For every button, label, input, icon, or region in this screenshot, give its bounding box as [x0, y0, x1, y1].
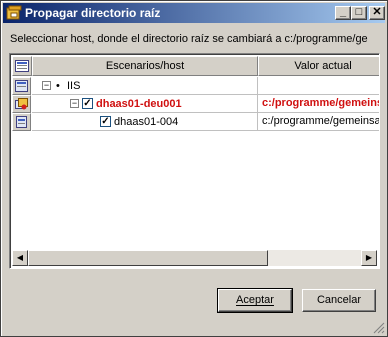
- row-header: [12, 113, 31, 131]
- maximize-button[interactable]: □: [351, 6, 367, 20]
- scroll-right-icon[interactable]: ▶: [361, 250, 377, 266]
- bullet-icon: •: [56, 80, 60, 92]
- table-row[interactable]: − • IIS: [12, 77, 379, 95]
- host-group-icon: [15, 98, 28, 110]
- host-checkbox[interactable]: ✓: [100, 116, 111, 127]
- host-cell: ✓ dhaas01-004: [32, 113, 258, 131]
- accept-button[interactable]: Aceptar: [217, 288, 293, 313]
- window-title: Propagar directorio raíz: [25, 6, 161, 20]
- accept-label: Aceptar: [236, 294, 274, 306]
- table-row[interactable]: ✓ dhaas01-004 c:/programme/gemeinsa: [12, 113, 379, 131]
- host-name: dhaas01-deu001: [96, 98, 182, 110]
- grid-corner-icon: [15, 60, 29, 72]
- row-header: [12, 95, 31, 113]
- value-cell: c:/programme/gemeinsa: [258, 113, 379, 131]
- scroll-thumb[interactable]: [28, 250, 268, 266]
- value-cell: [258, 77, 379, 95]
- cancel-button[interactable]: Cancelar: [302, 289, 376, 312]
- column-header-scenarios[interactable]: Escenarios/host: [32, 56, 258, 76]
- row-header: [12, 77, 31, 95]
- resize-grip-icon[interactable]: [373, 322, 385, 334]
- scroll-left-icon[interactable]: ◀: [12, 250, 28, 266]
- app-icon: [6, 5, 22, 20]
- host-icon: [16, 116, 27, 128]
- table-row[interactable]: − ✓ dhaas01-deu001 c:/programme/gemeins: [12, 95, 379, 113]
- value-cell: c:/programme/gemeins: [258, 95, 379, 113]
- row-header-corner: [12, 56, 32, 76]
- dialog-window: Propagar directorio raíz _ □ ✕ Seleccion…: [0, 0, 388, 337]
- column-header-current-value[interactable]: Valor actual: [258, 56, 379, 76]
- minimize-button[interactable]: _: [335, 6, 351, 20]
- horizontal-scrollbar[interactable]: ◀ ▶: [12, 250, 377, 266]
- title-bar[interactable]: Propagar directorio raíz _ □ ✕: [3, 3, 385, 23]
- host-cell: − ✓ dhaas01-deu001: [32, 95, 258, 113]
- collapse-icon[interactable]: −: [42, 81, 51, 90]
- host-cell: − • IIS: [32, 77, 258, 95]
- collapse-icon[interactable]: −: [70, 99, 79, 108]
- instruction-text: Seleccionar host, donde el directorio ra…: [10, 33, 368, 45]
- host-name: dhaas01-004: [114, 116, 179, 128]
- scenario-icon: [15, 80, 28, 92]
- host-grid: Escenarios/host Valor actual − • IIS − ✓…: [9, 53, 380, 269]
- cancel-label: Cancelar: [316, 294, 362, 306]
- host-name: IIS: [67, 80, 81, 92]
- host-checkbox[interactable]: ✓: [82, 98, 93, 109]
- close-button[interactable]: ✕: [369, 6, 385, 20]
